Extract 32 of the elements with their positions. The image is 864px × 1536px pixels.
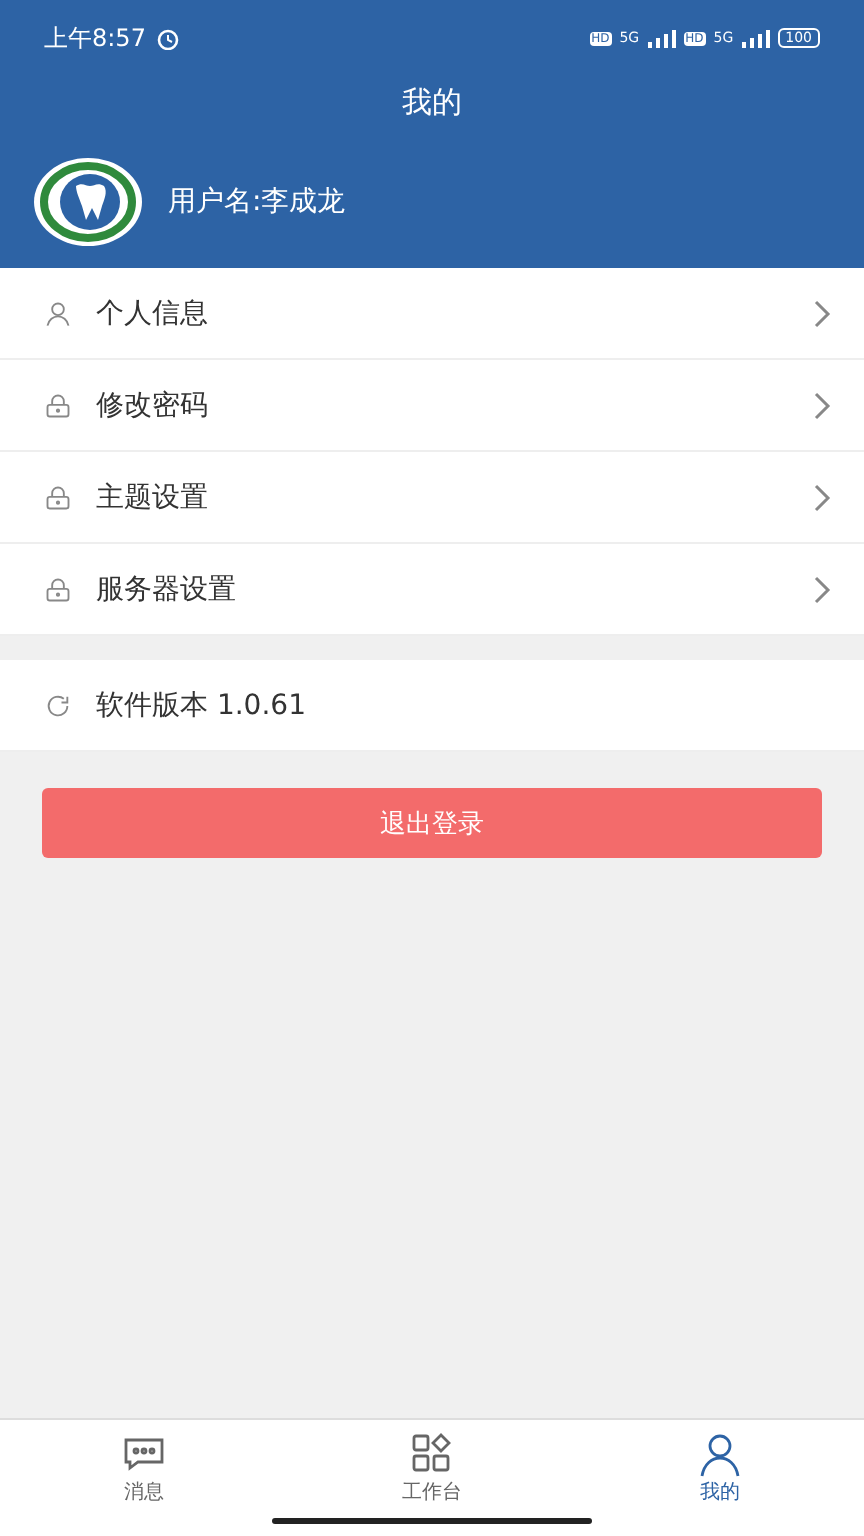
menu-label: 个人信息 bbox=[96, 295, 210, 331]
chevron-icon bbox=[812, 481, 832, 513]
user-icon bbox=[44, 299, 72, 327]
tab-label: 工作台 bbox=[402, 1479, 462, 1506]
chevron-icon bbox=[812, 389, 832, 421]
chevron-icon bbox=[812, 297, 832, 329]
username: 用户名:李成龙 bbox=[168, 184, 346, 220]
menu-item[interactable]: 个人信息 bbox=[0, 268, 864, 360]
lock-icon bbox=[44, 391, 72, 419]
tab[interactable]: 我的 bbox=[576, 1420, 864, 1506]
lock-icon bbox=[44, 483, 72, 511]
version-label: 软件版本 1.0.61 bbox=[96, 687, 308, 723]
menu-label: 修改密码 bbox=[96, 387, 210, 423]
menu-item[interactable]: 主题设置 bbox=[0, 452, 864, 544]
menu-label: 主题设置 bbox=[96, 479, 210, 515]
menu-item[interactable]: 服务器设置 bbox=[0, 544, 864, 636]
page-title: 我的 bbox=[400, 82, 464, 124]
status-time: 上午8:57 bbox=[44, 21, 146, 55]
tab[interactable]: 工作台 bbox=[288, 1420, 576, 1506]
chevron-icon bbox=[812, 573, 832, 605]
user-icon bbox=[696, 1430, 744, 1478]
lock-icon bbox=[44, 575, 72, 603]
tab-label: 消息 bbox=[124, 1479, 164, 1506]
menu-item[interactable]: 修改密码 bbox=[0, 360, 864, 452]
avatar-logo bbox=[32, 156, 144, 248]
menu-label: 服务器设置 bbox=[96, 571, 238, 607]
tab-label: 我的 bbox=[700, 1479, 740, 1506]
signal-icon bbox=[741, 29, 770, 47]
alarm-icon bbox=[153, 26, 182, 50]
tab[interactable]: 消息 bbox=[0, 1420, 288, 1506]
signal-icon bbox=[647, 29, 676, 47]
refresh-icon bbox=[44, 691, 72, 719]
